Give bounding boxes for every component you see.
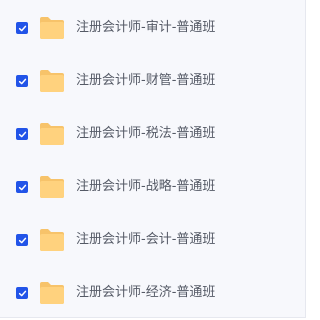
- checkmark-icon: [18, 290, 26, 296]
- file-name[interactable]: 注册会计师-财管-普通班: [76, 72, 215, 90]
- checkmark-icon: [18, 131, 26, 137]
- checkbox-checked[interactable]: [16, 128, 28, 140]
- folder-icon: [38, 174, 66, 200]
- folder-icon: [38, 280, 66, 306]
- folder-icon: [38, 15, 66, 41]
- list-item[interactable]: 注册会计师-会计-普通班: [0, 222, 305, 258]
- list-item[interactable]: 注册会计师-财管-普通班: [0, 63, 305, 99]
- folder-icon: [38, 68, 66, 94]
- list-item[interactable]: 注册会计师-战略-普通班: [0, 169, 305, 205]
- file-name[interactable]: 注册会计师-税法-普通班: [76, 125, 215, 143]
- checkbox-checked[interactable]: [16, 287, 28, 299]
- list-item[interactable]: 注册会计师-税法-普通班: [0, 116, 305, 152]
- checkbox-checked[interactable]: [16, 22, 28, 34]
- file-name[interactable]: 注册会计师-会计-普通班: [76, 231, 215, 249]
- checkmark-icon: [18, 184, 26, 190]
- list-item[interactable]: 注册会计师-审计-普通班: [0, 10, 305, 46]
- checkmark-icon: [18, 78, 26, 84]
- checkbox-checked[interactable]: [16, 75, 28, 87]
- folder-icon: [38, 121, 66, 147]
- folder-icon: [38, 227, 66, 253]
- file-name[interactable]: 注册会计师-审计-普通班: [76, 19, 215, 37]
- list-item[interactable]: 注册会计师-经济-普通班: [0, 275, 305, 311]
- file-name[interactable]: 注册会计师-战略-普通班: [76, 178, 215, 196]
- checkbox-checked[interactable]: [16, 234, 28, 246]
- checkmark-icon: [18, 237, 26, 243]
- file-name[interactable]: 注册会计师-经济-普通班: [76, 284, 215, 302]
- checkbox-checked[interactable]: [16, 181, 28, 193]
- file-list-panel: 注册会计师-审计-普通班 注册会计师-财管-普通班 注册会计师-税法-普通班 注…: [0, 0, 306, 318]
- checkmark-icon: [18, 25, 26, 31]
